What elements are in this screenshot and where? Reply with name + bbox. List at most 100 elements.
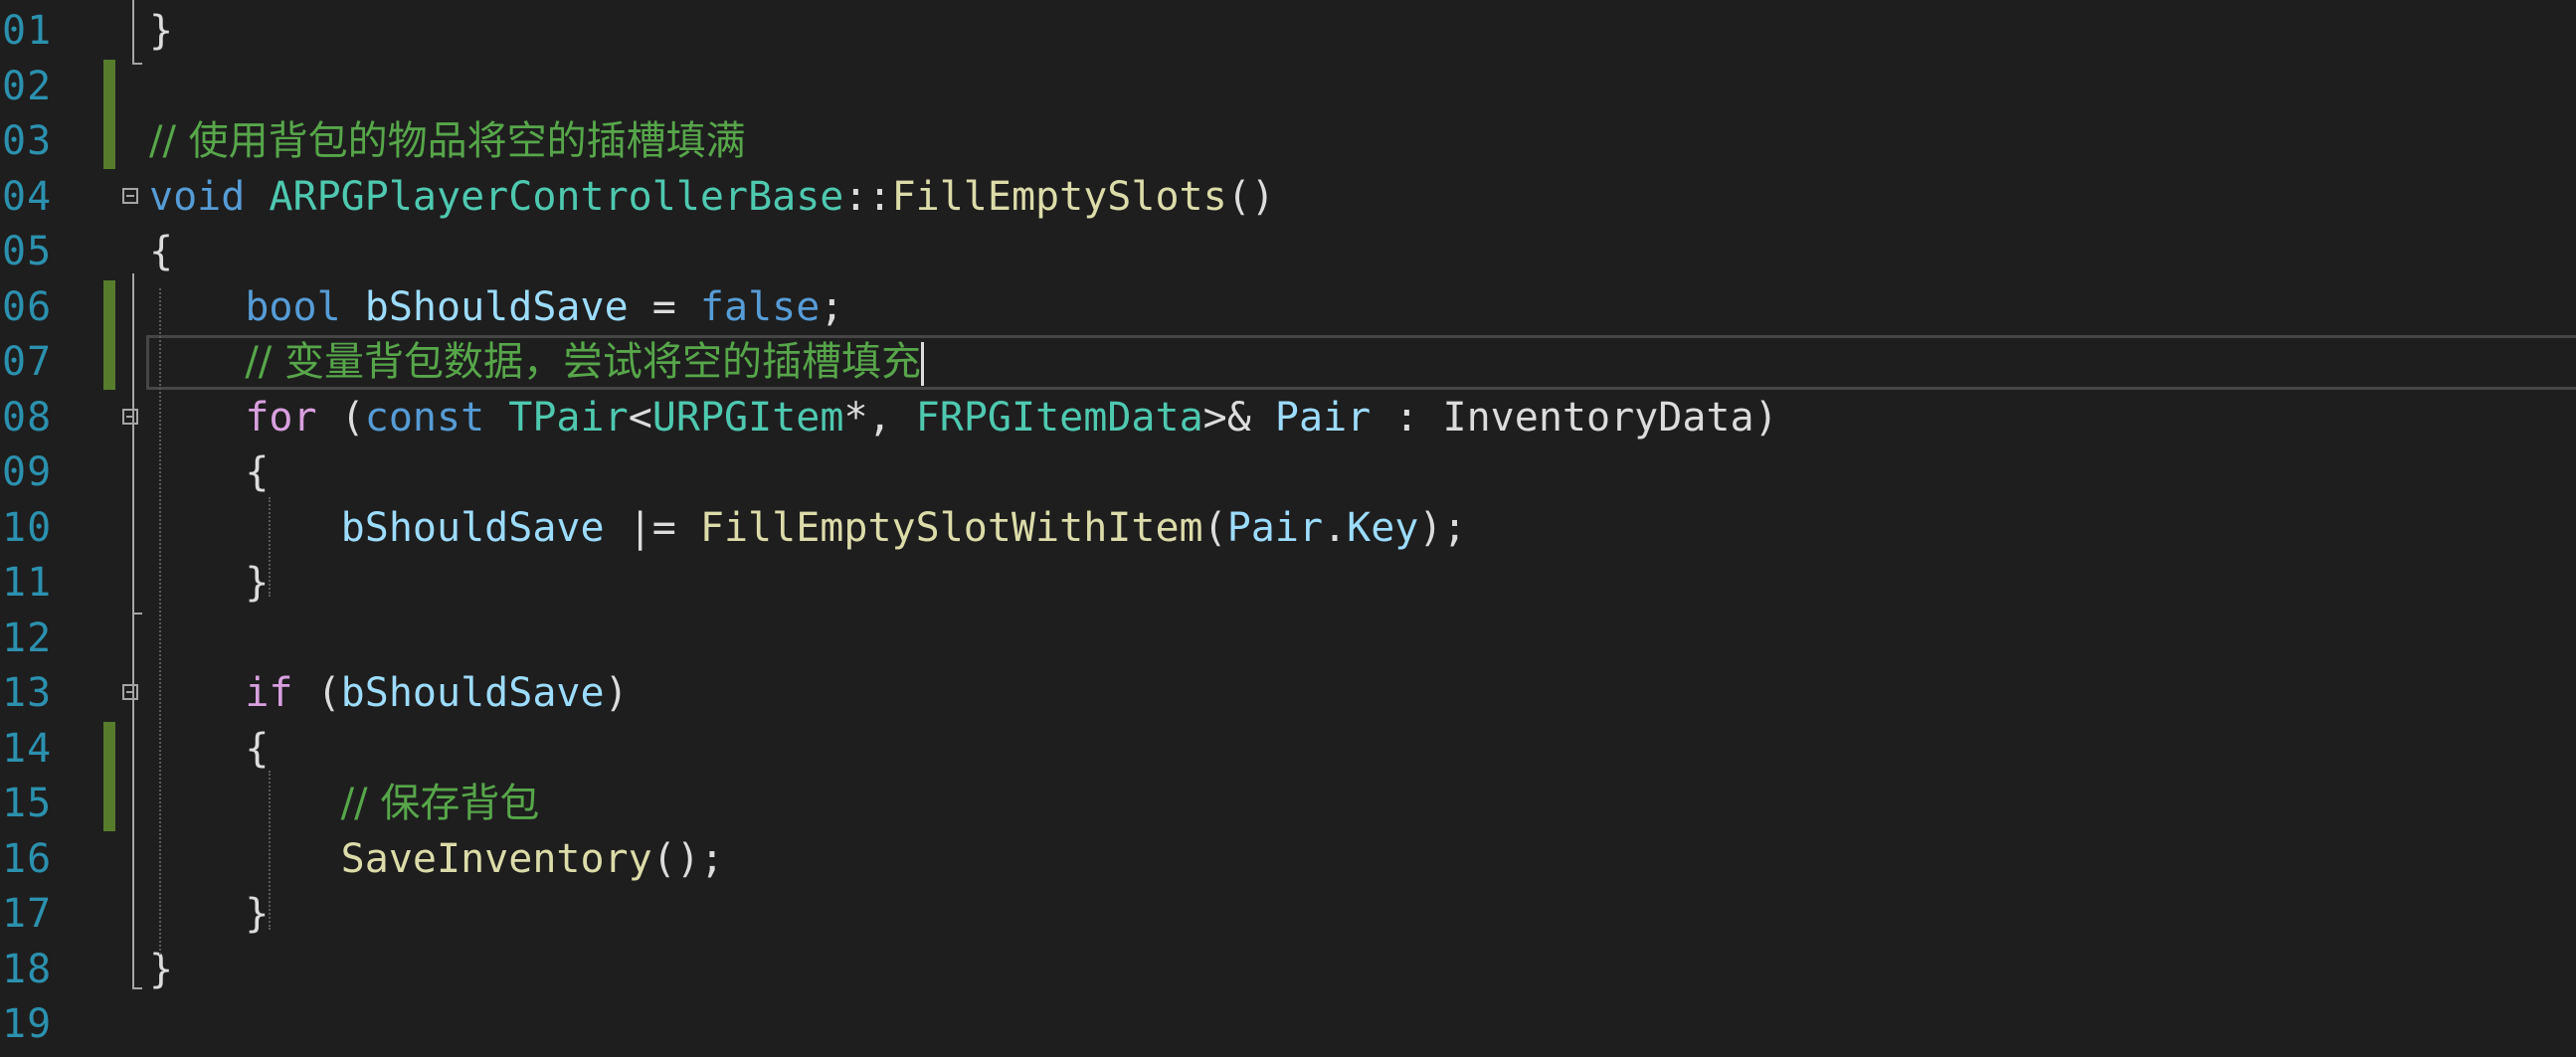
code-text[interactable]: } [149, 4, 173, 59]
code-token: () [1226, 173, 1275, 220]
code-line-04[interactable]: 04 void ARPGPlayerControllerBase::FillEmp… [0, 170, 2576, 225]
code-text[interactable]: // 使用背包的物品将空的插槽填满 [149, 114, 746, 169]
code-text[interactable]: { [149, 225, 173, 279]
code-token: |= [604, 504, 700, 551]
code-text[interactable]: { [149, 722, 269, 777]
line-number: 03 [2, 118, 53, 164]
code-text[interactable]: } [149, 887, 269, 942]
if-body-indent-guide [269, 771, 271, 930]
code-token: } [149, 891, 270, 937]
for-block-guide [132, 438, 144, 615]
collapse-toggle-icon[interactable] [122, 187, 138, 204]
modified-line-marker [103, 777, 115, 831]
line-number: 12 [2, 615, 53, 661]
code-text[interactable]: if (bShouldSave) [149, 666, 629, 721]
code-token: } [149, 560, 270, 606]
code-token: ( [1202, 504, 1227, 551]
code-line-17[interactable]: 17 } [0, 887, 2576, 942]
line-number: 06 [2, 283, 53, 330]
code-text[interactable]: { [149, 445, 269, 500]
code-token: *, [843, 394, 916, 440]
code-line-03[interactable]: 03 // 使用背包的物品将空的插槽填满 [0, 114, 2576, 169]
code-token: FillEmptySlots [891, 173, 1227, 220]
code-token: Pair [1226, 504, 1324, 551]
code-token: Pair [1274, 394, 1372, 440]
code-line-01[interactable]: 01} [0, 4, 2576, 59]
if-block-guide [132, 711, 144, 940]
code-token: SaveInventory [340, 835, 652, 882]
line-number: 04 [2, 173, 53, 220]
code-token: } [149, 8, 174, 54]
code-token: } [149, 946, 174, 992]
code-line-02[interactable]: 02 [0, 59, 2576, 114]
code-line-15[interactable]: 15 // 保存背包 [0, 777, 2576, 831]
code-token: ( [316, 394, 365, 440]
outer-brace-guide-end [132, 63, 142, 65]
code-token: // 使用背包的物品将空的插槽填满 [149, 118, 746, 164]
code-text[interactable]: bShouldSave |= FillEmptySlotWithItem(Pai… [149, 501, 1467, 556]
code-line-05[interactable]: 05 { [0, 225, 2576, 279]
line-number: 19 [2, 1001, 53, 1047]
code-token: ); [1418, 504, 1467, 551]
code-token: . [1323, 504, 1348, 551]
code-token: // 保存背包 [340, 781, 540, 826]
code-text[interactable]: } [149, 556, 269, 611]
code-token: InventoryData [1442, 394, 1754, 440]
code-token: TPair [508, 394, 629, 440]
code-editor[interactable]: 01} 02 03 // 使用背包的物品将空的插槽填满 04 void ARPGPlaye… [0, 0, 2576, 1057]
line-number: 14 [2, 725, 53, 772]
code-text[interactable]: for (const TPair<URPGItem*, FRPGItemData… [149, 391, 1777, 445]
modified-line-marker [103, 114, 115, 169]
code-text[interactable]: // 变量背包数据，尝试将空的插槽填充 [149, 335, 924, 390]
code-token: const [364, 394, 485, 440]
code-text[interactable]: } [149, 943, 173, 997]
code-token: (); [651, 835, 724, 882]
code-line-06[interactable]: 06 bool bShouldSave = false; [0, 279, 2576, 335]
code-token: // 变量背包数据，尝试将空的插槽填充 [245, 339, 921, 385]
code-line-18[interactable]: 18} [0, 943, 2576, 997]
code-line-11[interactable]: 11 } [0, 556, 2576, 611]
code-line-10[interactable]: 10 bShouldSave |= FillEmptySlotWithItem(… [0, 501, 2576, 556]
code-token: { [149, 725, 270, 772]
code-text[interactable]: SaveInventory(); [149, 832, 724, 887]
line-number: 08 [2, 394, 53, 440]
code-line-09[interactable]: 09 { [0, 445, 2576, 500]
code-token: ( [292, 670, 341, 716]
code-token: void [149, 173, 246, 220]
function-indent-guide [159, 288, 161, 955]
code-token: bShouldSave [340, 670, 605, 716]
code-token: >& [1202, 394, 1275, 440]
code-token: ARPGPlayerControllerBase [269, 173, 844, 220]
code-text[interactable]: void ARPGPlayerControllerBase::FillEmpty… [149, 170, 1275, 225]
line-number: 17 [2, 891, 53, 937]
code-token: :: [843, 173, 892, 220]
code-token: URPGItem [651, 394, 844, 440]
code-line-12[interactable]: 12 [0, 612, 2576, 666]
code-token: : [1371, 394, 1443, 440]
code-token: FillEmptySlotWithItem [699, 504, 1203, 551]
code-line-14[interactable]: 14 { [0, 721, 2576, 777]
code-line-16[interactable]: 16 SaveInventory(); [0, 832, 2576, 887]
code-line-08[interactable]: 08 for (const TPair<URPGItem*, FRPGItemD… [0, 391, 2576, 445]
code-token: = [628, 283, 700, 330]
modified-line-marker [103, 59, 115, 114]
code-text[interactable]: bool bShouldSave = false; [149, 280, 843, 335]
code-line-07[interactable]: 07 // 变量背包数据，尝试将空的插槽填充 [0, 335, 2576, 390]
line-number: 11 [2, 560, 53, 606]
modified-line-marker [103, 335, 115, 390]
code-text[interactable]: // 保存背包 [149, 777, 540, 831]
code-line-19[interactable]: 19 [0, 997, 2576, 1052]
code-token: ) [604, 670, 629, 716]
code-token: FRPGItemData [915, 394, 1203, 440]
modified-line-marker [103, 279, 115, 335]
code-line-13[interactable]: 13 if (bShouldSave) [0, 666, 2576, 721]
line-number: 13 [2, 670, 53, 716]
